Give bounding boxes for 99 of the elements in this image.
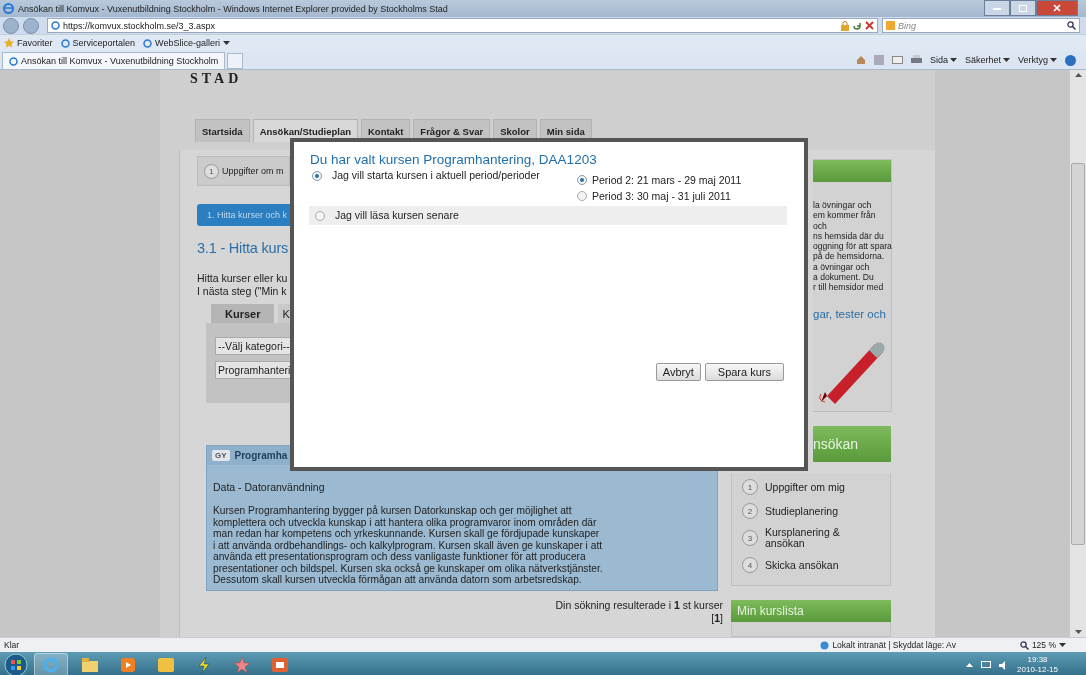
start-button[interactable] xyxy=(4,653,28,675)
info-text: och xyxy=(813,220,828,231)
option-label: Jag vill starta kursen i aktuell period/perioder xyxy=(332,169,540,181)
minimize-icon xyxy=(993,6,1001,10)
browser-icon xyxy=(3,3,14,14)
page-heading: 3.1 - Hitta kurs xyxy=(197,239,290,258)
course-title[interactable]: Programha xyxy=(234,450,288,461)
intro-text: I nästa steg ("Min k xyxy=(197,285,288,298)
forward-button[interactable] xyxy=(23,17,39,34)
browser-tab[interactable]: Ansökan till Komvux - Vuxenutbildning Stockholm xyxy=(2,52,226,69)
info-text: ns hemsida där du xyxy=(813,230,885,242)
search-field[interactable]: Bing xyxy=(882,18,1080,33)
step-link[interactable]: Studieplanering xyxy=(765,505,855,517)
cancel-button[interactable]: Avbryt xyxy=(655,363,701,381)
browser-taskbar-button[interactable] xyxy=(34,653,68,675)
step-link[interactable]: Kursplanering & ansökan xyxy=(765,527,855,549)
caret-icon xyxy=(1050,58,1057,62)
search-icon[interactable] xyxy=(1067,21,1076,30)
search-input[interactable]: Programhanteri xyxy=(215,361,290,379)
box-header: nsökan xyxy=(813,426,891,462)
window-title: Ansökan till Komvux - Vuxenutbildning Stockholm - Windows Internet Explorer provided by Stockholms Stad xyxy=(18,3,449,14)
clock[interactable]: 19:38 2010-12-15 xyxy=(1017,655,1058,675)
url-text: https://komvux.stockholm.se/3_3.aspx xyxy=(63,20,217,31)
step-number: 3 xyxy=(742,530,758,546)
info-text: em kommer från xyxy=(813,210,877,221)
step-number: 4 xyxy=(742,557,758,573)
radio-button[interactable] xyxy=(577,175,587,185)
info-text: a dokument. Du xyxy=(813,272,875,283)
info-text: la övningar och xyxy=(813,200,873,210)
radio-button[interactable] xyxy=(577,191,587,201)
caret-icon xyxy=(949,58,957,62)
maximize-icon xyxy=(1019,4,1027,12)
dialog-title: Du har valt kursen Programhantering, DAA1203 xyxy=(310,152,598,167)
favorites-item[interactable]: WebSlice-galleri xyxy=(143,38,230,48)
command-menu[interactable]: Verktyg xyxy=(1018,55,1057,65)
zoom-icon xyxy=(1019,640,1029,650)
results-text: Din sökning resulterade i 1 st kurser xyxy=(554,599,723,612)
maximize-button[interactable] xyxy=(1010,0,1036,16)
page-icon xyxy=(9,56,18,66)
info-text: på de hemsidorna. xyxy=(813,251,886,262)
period-label: Period 2: 21 mars - 29 maj 2011 xyxy=(592,174,742,186)
step-number: 1 xyxy=(204,163,219,179)
intro-text: Hitta kurser eller ku xyxy=(197,272,289,285)
monitor-icon[interactable] xyxy=(981,660,992,670)
favorites-item[interactable]: Serviceportalen xyxy=(60,38,136,48)
status-text: Klar xyxy=(4,640,20,650)
star-icon xyxy=(4,38,14,48)
radio-button[interactable] xyxy=(312,171,322,181)
back-button[interactable] xyxy=(3,17,19,34)
page-icon xyxy=(143,38,153,48)
lock-icon xyxy=(841,20,849,31)
stop-icon[interactable] xyxy=(865,21,874,30)
minimize-button[interactable] xyxy=(984,0,1010,16)
favorites-item[interactable]: Favoriter xyxy=(4,38,53,48)
command-menu[interactable]: Sida xyxy=(929,55,957,65)
page-link[interactable]: [1] xyxy=(711,612,723,624)
star-icon xyxy=(234,657,250,673)
logo-text: STAD xyxy=(190,70,243,88)
step-number: 2 xyxy=(742,503,758,519)
step-number: 1 xyxy=(742,479,758,495)
home-icon[interactable] xyxy=(855,55,866,65)
lightning-icon xyxy=(197,657,211,673)
scrollbar[interactable] xyxy=(1069,70,1086,637)
caret-icon xyxy=(1003,58,1010,62)
close-icon xyxy=(1053,4,1061,12)
course-category: Data - Datoranvändning xyxy=(212,481,326,493)
security-zone[interactable]: Lokalt intranät | Skyddat läge: Av xyxy=(820,640,956,650)
nav-tab[interactable]: Startsida xyxy=(195,119,250,142)
scroll-up-icon[interactable] xyxy=(1074,73,1082,77)
info-link[interactable]: gar, tester och xyxy=(813,307,886,320)
folder-icon xyxy=(82,658,98,672)
presentation-icon xyxy=(272,658,288,672)
scroll-down-icon[interactable] xyxy=(1074,630,1082,634)
refresh-icon[interactable] xyxy=(852,20,862,31)
period-label: Period 3: 30 maj - 31 juli 2011 xyxy=(592,190,731,202)
caret-icon xyxy=(222,41,230,45)
address-field[interactable]: https://komvux.stockholm.se/3_3.aspx xyxy=(47,18,878,33)
box-header: Min kurslista xyxy=(731,600,891,622)
search-tab[interactable]: Kurser xyxy=(211,304,275,323)
step-link[interactable]: Skicka ansökan xyxy=(765,559,855,571)
option-label: Jag vill läsa kursen senare xyxy=(335,209,459,221)
step-box[interactable]: 1 Uppgifter om m xyxy=(197,156,290,186)
step-link[interactable]: Uppgifter om mig xyxy=(765,481,855,493)
save-button[interactable]: Spara kurs xyxy=(704,363,784,381)
info-text: r till hemsidor med xyxy=(813,282,885,293)
caret-icon xyxy=(1059,643,1066,647)
close-button[interactable] xyxy=(1036,0,1078,16)
printer-icon[interactable] xyxy=(910,55,922,65)
command-menu[interactable]: Säkerhet xyxy=(964,55,1010,65)
zoom-control[interactable]: 125 % xyxy=(1019,640,1066,650)
category-select[interactable]: --Välj kategori-- xyxy=(215,337,290,355)
browser-icon xyxy=(43,657,59,673)
play-icon xyxy=(121,658,135,672)
info-text: a övningar och xyxy=(813,261,871,273)
course-description: Kursen Programhantering bygger på kursen Datorkunskap och ger möjlighet att komplettera och utveckla kunskap i att hantera olika programvaror inom områden där man redan har kompetens och yrkeskunnande. Kursen skall ge fördjupade kunskaper i att använda ordbehandlings- och kalkylprogram. Kursen skall även ge kunskaper i att använda ett presentationsprogram och dess vanligaste funktioner för att producera presentationer och bildspel. Kursen ska också ge kunskaper om olika nätverkstjänster. Dessutom skall kursen utveckla förmågan att använda datorn som arbetsredskap. xyxy=(212,505,603,586)
radio-button[interactable] xyxy=(315,211,325,221)
info-text: oggning för att spara xyxy=(813,241,891,252)
level-badge: GY xyxy=(212,450,230,461)
caret-icon[interactable] xyxy=(966,663,974,667)
